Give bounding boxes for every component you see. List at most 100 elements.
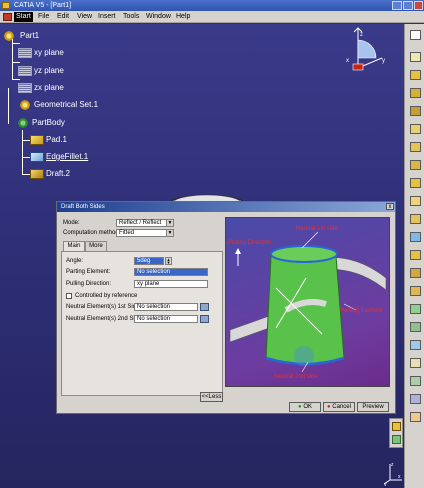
- mode-value: Reflect / Reflect: [119, 220, 162, 226]
- dialog-title: Draft Both Sides: [61, 204, 105, 210]
- split-tool-icon[interactable]: [410, 232, 421, 242]
- chamfer-tool-icon[interactable]: [410, 160, 421, 170]
- pulling-direction-field[interactable]: xy plane: [134, 280, 208, 288]
- chevron-down-icon[interactable]: ▼: [166, 220, 173, 226]
- neutral-2nd-settings-icon[interactable]: [200, 315, 209, 323]
- neutral-element-2nd-field[interactable]: No selection: [134, 315, 198, 323]
- menu-help[interactable]: Help: [174, 12, 192, 22]
- window-title: CATIA V5 - [Part1]: [14, 2, 72, 9]
- parting-element-field[interactable]: No selection: [134, 268, 208, 276]
- translate-tool-icon[interactable]: [410, 304, 421, 314]
- tree-root-label[interactable]: Part1: [20, 31, 39, 40]
- pad-tool-icon[interactable]: [410, 70, 421, 80]
- part-body-icon[interactable]: [16, 118, 30, 128]
- menu-edit[interactable]: Edit: [55, 12, 71, 22]
- neutral-element-1st-label: Neutral Element(s) 1st Side:: [66, 304, 142, 310]
- minimize-button[interactable]: [392, 1, 402, 10]
- dialog-close-button[interactable]: x: [386, 203, 394, 210]
- computation-method-value: Fitted: [119, 230, 135, 236]
- preview-button[interactable]: Preview: [357, 402, 389, 412]
- close-button[interactable]: [414, 1, 423, 10]
- controlled-by-reference-checkbox[interactable]: [66, 293, 72, 299]
- menu-window[interactable]: Window: [144, 12, 173, 22]
- maximize-button[interactable]: [403, 1, 413, 10]
- plane-icon[interactable]: [18, 48, 32, 58]
- draft-both-sides-dialog: Draft Both Sides x Mode: Reflect / Refle…: [56, 201, 396, 414]
- tree-line: [8, 88, 9, 124]
- less-button[interactable]: <<Less: [200, 392, 223, 402]
- pad-icon[interactable]: [30, 135, 44, 145]
- ok-check-icon: ●: [298, 404, 302, 410]
- constraint-tool-icon[interactable]: [410, 394, 421, 404]
- angle-spinner[interactable]: ▲ ▼: [165, 257, 172, 265]
- boolean-tool-icon[interactable]: [410, 340, 421, 350]
- catia-app-icon: [2, 2, 10, 9]
- menu-start[interactable]: Start: [14, 12, 33, 22]
- sketch-icon[interactable]: [410, 52, 421, 62]
- menu-bar: Start File Edit View Insert Tools Window…: [0, 11, 424, 23]
- axis-z-label: z: [391, 462, 394, 468]
- draft-tool-icon[interactable]: [410, 178, 421, 188]
- angle-input[interactable]: 5deg: [134, 257, 164, 265]
- neutral-element-1st-field[interactable]: No selection: [134, 303, 198, 311]
- edge-fillet-icon[interactable]: [30, 152, 44, 162]
- plane-icon[interactable]: [18, 83, 32, 93]
- mirror-tool-icon[interactable]: [410, 250, 421, 260]
- fillet-tool-icon[interactable]: [410, 142, 421, 152]
- shaft-tool-icon[interactable]: [410, 106, 421, 116]
- computation-method-label: Computation method:: [63, 230, 121, 236]
- neutral-1st-settings-icon[interactable]: [200, 303, 209, 311]
- tree-item-edgefillet[interactable]: EdgeFillet.1: [46, 152, 88, 161]
- pattern-tool-icon[interactable]: [410, 268, 421, 278]
- menu-tools[interactable]: Tools: [121, 12, 141, 22]
- tab-main[interactable]: Main: [63, 241, 85, 251]
- tree-line: [22, 157, 30, 158]
- computation-method-dropdown[interactable]: Fitted ▼: [116, 229, 174, 237]
- scale-tool-icon[interactable]: [410, 286, 421, 296]
- cancel-icon: ●: [327, 404, 331, 410]
- tree-item-xy-plane[interactable]: xy plane: [34, 48, 64, 57]
- menu-view[interactable]: View: [75, 12, 94, 22]
- hole-tool-icon[interactable]: [410, 124, 421, 134]
- tree-item-draft[interactable]: Draft.2: [46, 169, 70, 178]
- tool-icon[interactable]: [392, 422, 401, 431]
- preview-neutral-2nd-label: Neutral 2nd side: [274, 374, 318, 380]
- render-tool-icon[interactable]: [410, 412, 421, 422]
- mode-dropdown[interactable]: Reflect / Reflect ▼: [116, 219, 174, 227]
- draft-icon[interactable]: [30, 169, 44, 179]
- tab-more[interactable]: More: [85, 241, 107, 251]
- plane-icon[interactable]: [18, 66, 32, 76]
- tree-item-geometrical-set[interactable]: Geometrical Set.1: [34, 100, 98, 109]
- workbench-icon[interactable]: [3, 13, 12, 21]
- measure-tool-icon[interactable]: [410, 358, 421, 368]
- ok-button-label: OK: [303, 404, 312, 410]
- right-toolbar: [404, 24, 424, 488]
- neutral-element-2nd-label: Neutral Element(s) 2nd Side:: [66, 316, 144, 322]
- analysis-tool-icon[interactable]: [410, 376, 421, 386]
- tree-item-yz-plane[interactable]: yz plane: [34, 66, 64, 75]
- tree-item-pad[interactable]: Pad.1: [46, 135, 67, 144]
- menu-insert[interactable]: Insert: [96, 12, 118, 22]
- select-arrow-icon[interactable]: [410, 30, 421, 40]
- tree-line: [22, 130, 23, 174]
- axis-triad-icon: z x y: [384, 462, 402, 486]
- chevron-down-icon[interactable]: ▼: [166, 230, 173, 236]
- tree-item-partbody[interactable]: PartBody: [32, 118, 65, 127]
- pocket-tool-icon[interactable]: [410, 88, 421, 98]
- part-icon[interactable]: [2, 31, 16, 41]
- draft-preview-image: Neutral 1st side Pulling Direction Parti…: [225, 217, 390, 387]
- cancel-button[interactable]: ● Cancel: [323, 402, 355, 412]
- main-tab-panel: Angle: 5deg ▲ ▼ Parting Element: No selec…: [61, 251, 223, 396]
- tree-item-zx-plane[interactable]: zx plane: [34, 83, 64, 92]
- compass-x-label: x: [346, 58, 349, 64]
- rotate-tool-icon[interactable]: [410, 322, 421, 332]
- tool-icon[interactable]: [392, 435, 401, 444]
- ok-button[interactable]: ● OK: [289, 402, 321, 412]
- thickness-tool-icon[interactable]: [410, 214, 421, 224]
- menu-file[interactable]: File: [36, 12, 51, 22]
- geometrical-set-icon[interactable]: [18, 100, 32, 110]
- shell-tool-icon[interactable]: [410, 196, 421, 206]
- compass-icon[interactable]: x y z: [342, 26, 392, 76]
- mode-label: Mode:: [63, 220, 80, 226]
- dialog-title-bar[interactable]: Draft Both Sides x: [57, 202, 395, 212]
